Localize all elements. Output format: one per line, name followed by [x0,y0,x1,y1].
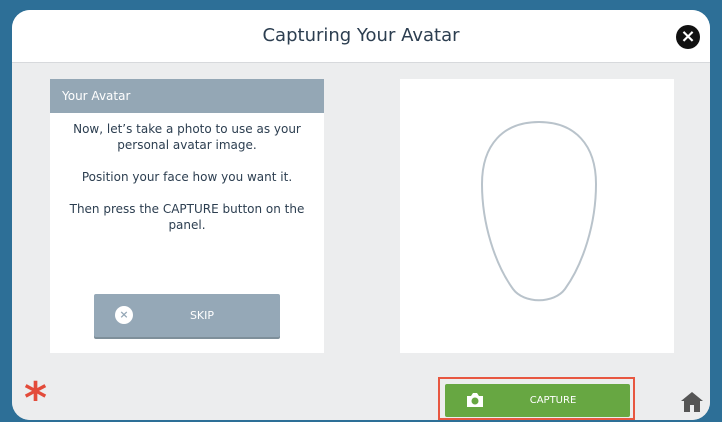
instruction-line-2: Position your face how you want it. [81,170,293,184]
camera-icon [467,393,483,407]
title-bar: Capturing Your Avatar × [12,10,710,63]
window-title: Capturing Your Avatar [262,25,460,46]
capture-button[interactable]: CAPTURE [445,384,630,417]
bottom-bar: * CAPTURE [12,370,710,420]
camera-preview-panel [400,79,674,353]
instruction-line-3: Then press the CAPTURE button on the pan… [69,202,305,232]
instruction-line-1: Now, let’s take a photo to use as your p… [73,122,301,152]
avatar-instructions-panel: Your Avatar Now, let’s take a photo to u… [50,79,324,353]
face-outline-icon [480,120,598,302]
panel-header: Your Avatar [50,79,324,113]
asterisk-icon: * [24,373,48,421]
capture-button-label: CAPTURE [529,395,577,406]
skip-icon: × [115,306,133,324]
close-icon[interactable]: × [676,25,700,49]
home-icon[interactable] [680,390,704,414]
instructions-text: Now, let’s take a photo to use as your p… [50,113,324,233]
skip-button-label: SKIP [189,309,215,322]
avatar-capture-window: Capturing Your Avatar × Your Avatar Now,… [12,10,710,420]
skip-button[interactable]: × SKIP [94,294,280,337]
